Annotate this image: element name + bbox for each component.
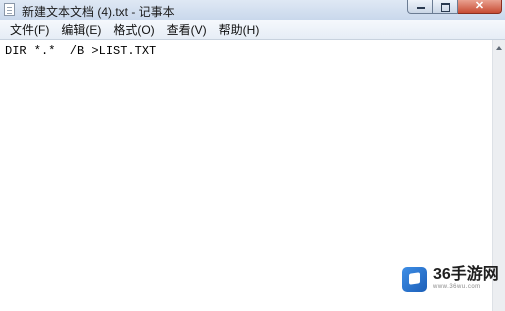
menu-format[interactable]: 格式(O) [107, 20, 160, 40]
notepad-icon[interactable] [4, 3, 15, 16]
scroll-up-button[interactable] [493, 42, 505, 54]
maximize-icon [441, 3, 450, 12]
title-bar[interactable]: 新建文本文档 (4).txt - 记事本 ✕ [0, 0, 505, 20]
watermark-text: 36手游网 www.36wu.com [433, 267, 499, 291]
minimize-icon [417, 7, 425, 9]
close-icon: ✕ [474, 0, 485, 12]
close-button[interactable]: ✕ [458, 0, 502, 14]
cube-logo-icon [402, 266, 427, 292]
minimize-button[interactable] [407, 0, 433, 14]
watermark-name: 36手游网 [433, 266, 499, 283]
menu-edit[interactable]: 编辑(E) [55, 20, 107, 40]
caption-buttons: ✕ [407, 0, 502, 14]
window-title: 新建文本文档 (4).txt - 记事本 [22, 5, 175, 19]
menu-file[interactable]: 文件(F) [4, 20, 55, 40]
watermark-url: www.36wu.com [433, 284, 481, 290]
document-text[interactable]: DIR *.* /B >LIST.TXT [5, 44, 156, 58]
menu-help[interactable]: 帮助(H) [213, 20, 266, 40]
maximize-button[interactable] [433, 0, 458, 14]
site-watermark: 36手游网 www.36wu.com [402, 262, 505, 296]
arrow-up-icon [496, 46, 502, 50]
menu-view[interactable]: 查看(V) [161, 20, 213, 40]
notepad-window: 新建文本文档 (4).txt - 记事本 ✕ 文件(F) 编辑(E) 格式(O)… [0, 0, 505, 311]
menu-bar: 文件(F) 编辑(E) 格式(O) 查看(V) 帮助(H) [0, 20, 505, 40]
